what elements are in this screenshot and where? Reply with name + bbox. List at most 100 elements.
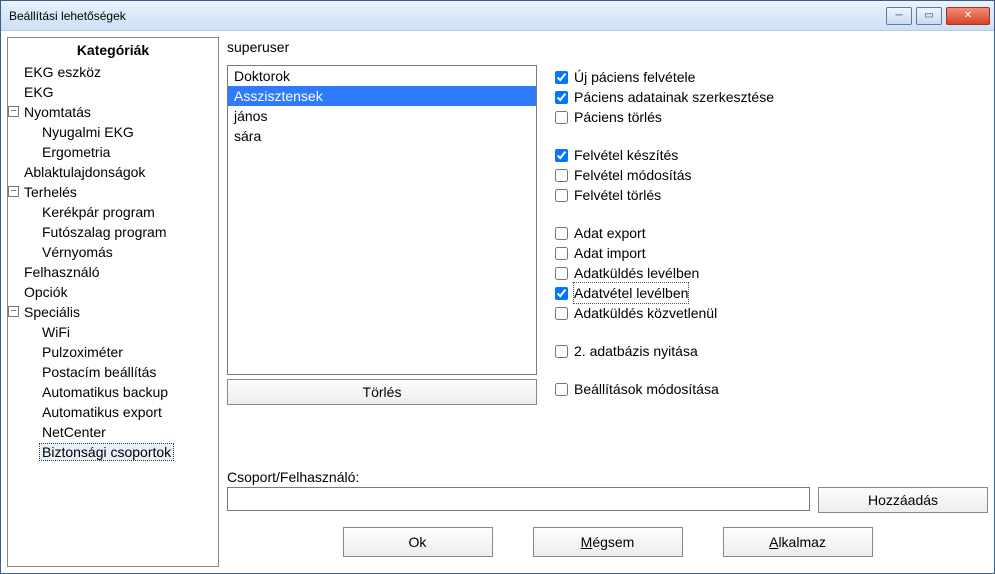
permission-item[interactable]: Adatküldés közvetlenül bbox=[555, 303, 988, 323]
tree-node[interactable]: −Speciális WiFi Pulzoximéter Postacím beáll… bbox=[8, 302, 218, 462]
tree-node-label[interactable]: Opciók bbox=[22, 284, 70, 300]
tree-node-label[interactable]: Pulzoximéter bbox=[40, 344, 125, 360]
permission-item[interactable]: Páciens törlés bbox=[555, 107, 988, 127]
tree-node-label[interactable]: Ablaktulajdonságok bbox=[22, 164, 147, 180]
permission-checkbox[interactable] bbox=[555, 189, 568, 202]
tree-node[interactable]: Ergometria bbox=[22, 142, 218, 162]
add-input[interactable] bbox=[227, 487, 810, 511]
permission-item[interactable]: Adat export bbox=[555, 223, 988, 243]
category-tree[interactable]: EKG eszközEKG−NyomtatásNyugalmi EKGErgom… bbox=[8, 62, 218, 462]
permission-label: Felvétel módosítás bbox=[574, 165, 692, 185]
tree-node-label[interactable]: Automatikus backup bbox=[40, 384, 170, 400]
permission-group: Adat exportAdat importAdatküldés levélbe… bbox=[555, 223, 988, 323]
tree-node[interactable]: WiFi bbox=[22, 322, 218, 342]
group-user-listbox[interactable]: DoktorokAsszisztensekjánossára bbox=[227, 65, 537, 375]
list-item[interactable]: Doktorok bbox=[228, 66, 536, 86]
minimize-button[interactable]: ─ bbox=[886, 7, 912, 25]
permission-item[interactable]: Felvétel módosítás bbox=[555, 165, 988, 185]
tree-node[interactable]: −Terhelés Kerékpár program Futószalag prog… bbox=[8, 182, 218, 262]
permission-item[interactable]: Új páciens felvétele bbox=[555, 67, 988, 87]
tree-node[interactable]: Felhasználó bbox=[8, 262, 218, 282]
tree-node-label[interactable]: Terhelés bbox=[22, 184, 79, 200]
tree-node[interactable]: Vérnyomás bbox=[22, 242, 218, 262]
permission-label: Felvétel törlés bbox=[574, 185, 661, 205]
tree-toggle-icon[interactable]: − bbox=[8, 106, 19, 117]
permission-item[interactable]: Felvétel törlés bbox=[555, 185, 988, 205]
permission-item[interactable]: Adatvétel levélben bbox=[555, 283, 988, 303]
permission-checkbox[interactable] bbox=[555, 345, 568, 358]
tree-node[interactable]: NetCenter bbox=[22, 422, 218, 442]
tree-node[interactable]: Pulzoximéter bbox=[22, 342, 218, 362]
tree-node-label[interactable]: Biztonsági csoportok bbox=[40, 444, 173, 460]
tree-node-label[interactable]: Nyomtatás bbox=[22, 104, 93, 120]
tree-node[interactable]: Automatikus backup bbox=[22, 382, 218, 402]
permission-checkbox[interactable] bbox=[555, 71, 568, 84]
permission-checkbox[interactable] bbox=[555, 227, 568, 240]
permission-label: Új páciens felvétele bbox=[574, 67, 695, 87]
permission-item[interactable]: 2. adatbázis nyitása bbox=[555, 341, 988, 361]
tree-node[interactable]: Automatikus export bbox=[22, 402, 218, 422]
add-button[interactable]: Hozzáadás bbox=[818, 487, 988, 513]
list-item[interactable]: sára bbox=[228, 126, 536, 146]
tree-node-label[interactable]: Felhasználó bbox=[22, 264, 102, 280]
tree-node[interactable]: Ablaktulajdonságok bbox=[8, 162, 218, 182]
tree-node-label[interactable]: Automatikus export bbox=[40, 404, 164, 420]
tree-node-label[interactable]: Postacím beállítás bbox=[40, 364, 158, 380]
tree-node-label[interactable]: Futószalag program bbox=[40, 224, 169, 240]
permission-item[interactable]: Adatküldés levélben bbox=[555, 263, 988, 283]
tree-node-label[interactable]: EKG bbox=[22, 84, 56, 100]
permission-label: Adat export bbox=[574, 223, 646, 243]
permission-checkbox[interactable] bbox=[555, 307, 568, 320]
list-item[interactable]: jános bbox=[228, 106, 536, 126]
tree-node-label[interactable]: Vérnyomás bbox=[40, 244, 115, 260]
tree-node-label[interactable]: Kerékpár program bbox=[40, 204, 157, 220]
permission-item[interactable]: Felvétel készítés bbox=[555, 145, 988, 165]
permission-label: Beállítások módosítása bbox=[574, 379, 719, 399]
tree-node[interactable]: Postacím beállítás bbox=[22, 362, 218, 382]
tree-node-label[interactable]: Nyugalmi EKG bbox=[40, 124, 136, 140]
permission-checkbox[interactable] bbox=[555, 169, 568, 182]
permission-checkbox[interactable] bbox=[555, 91, 568, 104]
permission-checkbox[interactable] bbox=[555, 383, 568, 396]
tree-node[interactable]: Kerékpár program bbox=[22, 202, 218, 222]
permission-label: Adatküldés közvetlenül bbox=[574, 303, 717, 323]
permission-label: Páciens adatainak szerkesztése bbox=[574, 87, 774, 107]
permission-checkbox[interactable] bbox=[555, 111, 568, 124]
tree-node-label[interactable]: NetCenter bbox=[40, 424, 108, 440]
permission-checkbox[interactable] bbox=[555, 247, 568, 260]
tree-node[interactable]: Nyugalmi EKG bbox=[22, 122, 218, 142]
permission-checkbox[interactable] bbox=[555, 287, 568, 300]
permission-group: Új páciens felvételePáciens adatainak sz… bbox=[555, 67, 988, 127]
permission-item[interactable]: Páciens adatainak szerkesztése bbox=[555, 87, 988, 107]
ok-button[interactable]: Ok bbox=[343, 527, 493, 557]
delete-button[interactable]: Törlés bbox=[227, 379, 537, 405]
tree-node[interactable]: Futószalag program bbox=[22, 222, 218, 242]
list-item[interactable]: Asszisztensek bbox=[228, 86, 536, 106]
tree-node[interactable]: −Nyomtatás Nyugalmi EKG Ergometria bbox=[8, 102, 218, 162]
tree-node-label[interactable]: Speciális bbox=[22, 304, 82, 320]
tree-toggle-icon[interactable]: − bbox=[8, 306, 19, 317]
tree-node-label[interactable]: Ergometria bbox=[40, 144, 112, 160]
tree-node[interactable]: EKG bbox=[8, 82, 218, 102]
add-row: Csoport/Felhasználó: Hozzáadás bbox=[227, 469, 988, 513]
tree-node[interactable]: EKG eszköz bbox=[8, 62, 218, 82]
cancel-button[interactable]: Mégsem bbox=[533, 527, 683, 557]
permission-label: Adatvétel levélben bbox=[574, 283, 688, 303]
tree-toggle-icon[interactable]: − bbox=[8, 186, 19, 197]
permission-label: Adatküldés levélben bbox=[574, 263, 699, 283]
permission-checkbox[interactable] bbox=[555, 267, 568, 280]
dialog-button-bar: Ok Mégsem Alkalmaz bbox=[227, 519, 988, 567]
permission-item[interactable]: Adat import bbox=[555, 243, 988, 263]
maximize-button[interactable]: ▭ bbox=[916, 7, 942, 25]
permission-item[interactable]: Beállítások módosítása bbox=[555, 379, 988, 399]
tree-node-label[interactable]: EKG eszköz bbox=[22, 64, 103, 80]
close-button[interactable]: ✕ bbox=[946, 7, 990, 25]
permission-checkbox[interactable] bbox=[555, 149, 568, 162]
tree-node[interactable]: Biztonsági csoportok bbox=[22, 442, 218, 462]
apply-button[interactable]: Alkalmaz bbox=[723, 527, 873, 557]
tree-node-label[interactable]: WiFi bbox=[40, 324, 72, 340]
titlebar: Beállítási lehetőségek ─ ▭ ✕ bbox=[1, 1, 994, 31]
sidebar-title: Kategóriák bbox=[8, 40, 218, 62]
content-panel: superuser DoktorokAsszisztensekjánossára… bbox=[227, 37, 988, 567]
tree-node[interactable]: Opciók bbox=[8, 282, 218, 302]
